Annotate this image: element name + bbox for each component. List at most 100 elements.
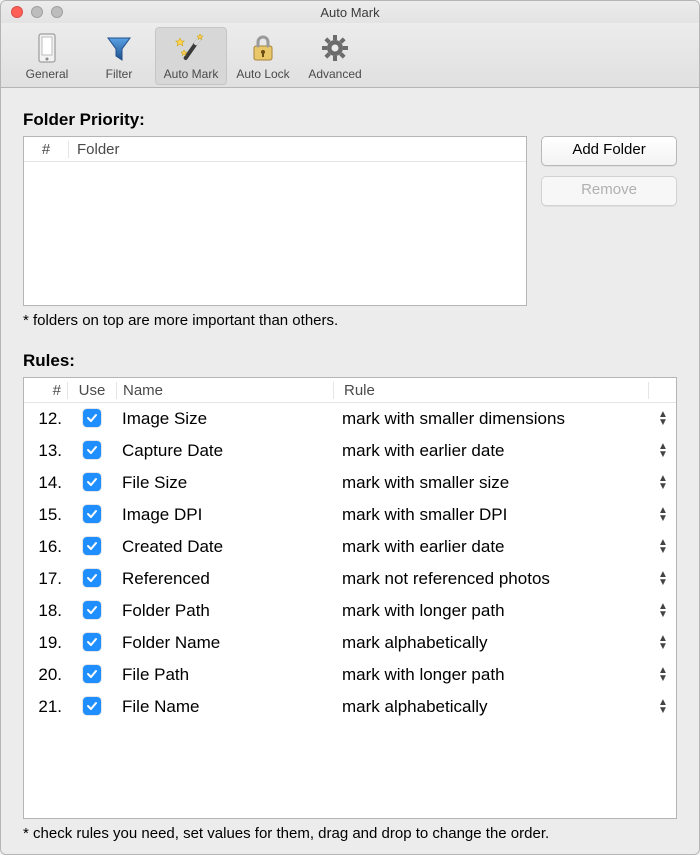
- toolbar-tab-general[interactable]: General: [11, 27, 83, 85]
- rule-value: mark with smaller dimensions: [332, 409, 650, 429]
- rule-name: File Path: [116, 665, 332, 685]
- chevron-down-icon: ▼: [658, 580, 668, 586]
- rule-row[interactable]: 19. Folder Namemark alphabetically▲▼: [24, 627, 676, 659]
- rule-use-checkbox[interactable]: [83, 473, 101, 491]
- rule-use-checkbox[interactable]: [83, 601, 101, 619]
- folder-priority-header: # Folder: [24, 137, 526, 162]
- window-title: Auto Mark: [1, 5, 699, 20]
- rule-value: mark not referenced photos: [332, 569, 650, 589]
- rule-row[interactable]: 13.Capture Datemark with earlier date▲▼: [24, 435, 676, 467]
- rule-value: mark with longer path: [332, 601, 650, 621]
- rule-name: Folder Name: [116, 633, 332, 653]
- rule-row[interactable]: 21.File Namemark alphabetically▲▼: [24, 691, 676, 723]
- rule-use-checkbox[interactable]: [83, 441, 101, 459]
- rule-name: Created Date: [116, 537, 332, 557]
- rule-name: Image Size: [116, 409, 332, 429]
- rule-use-checkbox[interactable]: [83, 505, 101, 523]
- rule-name: Image DPI: [116, 505, 332, 525]
- rules-hint: * check rules you need, set values for t…: [23, 825, 677, 842]
- rules-rows[interactable]: 12. Image Sizemark with smaller dimension…: [24, 403, 676, 818]
- rule-value: mark with smaller DPI: [332, 505, 650, 525]
- toolbar-tab-label: General: [11, 67, 83, 81]
- folder-header-folder[interactable]: Folder: [69, 141, 526, 158]
- rule-name: File Name: [116, 697, 332, 717]
- rule-use-checkbox[interactable]: [83, 409, 101, 427]
- folder-priority-label: Folder Priority:: [23, 110, 677, 130]
- add-folder-button[interactable]: Add Folder: [541, 136, 677, 166]
- rule-use-checkbox[interactable]: [83, 697, 101, 715]
- zoom-window-button[interactable]: [51, 6, 63, 18]
- rule-stepper[interactable]: ▲▼: [650, 540, 676, 554]
- chevron-down-icon: ▼: [658, 708, 668, 714]
- rule-use-checkbox[interactable]: [83, 665, 101, 683]
- rule-row[interactable]: 20.File Pathmark with longer path▲▼: [24, 659, 676, 691]
- rule-number: 12.: [24, 409, 68, 429]
- rules-header-rule[interactable]: Rule: [334, 382, 649, 399]
- rule-stepper[interactable]: ▲▼: [650, 476, 676, 490]
- window-controls: [1, 6, 63, 18]
- rule-row[interactable]: 17.Referencedmark not referenced photos▲…: [24, 563, 676, 595]
- rule-use-cell: [68, 441, 116, 461]
- rules-header-name[interactable]: Name: [117, 382, 334, 399]
- rules-header-num[interactable]: #: [24, 382, 68, 399]
- folder-header-num[interactable]: #: [24, 141, 69, 158]
- rules-header-use[interactable]: Use: [68, 382, 117, 399]
- rule-number: 20.: [24, 665, 68, 685]
- rule-number: 18.: [24, 601, 68, 621]
- rule-value: mark alphabetically: [332, 633, 650, 653]
- rule-use-checkbox[interactable]: [83, 537, 101, 555]
- folder-priority-list[interactable]: # Folder: [23, 136, 527, 306]
- rule-row[interactable]: 12. Image Sizemark with smaller dimension…: [24, 403, 676, 435]
- rule-value: mark with smaller size: [332, 473, 650, 493]
- rule-use-cell: [68, 569, 116, 589]
- toolbar: General Filter: [1, 23, 699, 88]
- chevron-down-icon: ▼: [658, 548, 668, 554]
- rule-stepper[interactable]: ▲▼: [650, 700, 676, 714]
- chevron-down-icon: ▼: [658, 420, 668, 426]
- toolbar-tab-advanced[interactable]: Advanced: [299, 27, 371, 85]
- chevron-down-icon: ▼: [658, 484, 668, 490]
- folder-priority-hint: * folders on top are more important than…: [23, 312, 677, 329]
- filter-icon: [83, 31, 155, 65]
- toolbar-tab-label: Auto Lock: [227, 67, 299, 81]
- rule-stepper[interactable]: ▲▼: [650, 636, 676, 650]
- rule-row[interactable]: 18.Folder Pathmark with longer path▲▼: [24, 595, 676, 627]
- rule-row[interactable]: 16.Created Datemark with earlier date▲▼: [24, 531, 676, 563]
- minimize-window-button[interactable]: [31, 6, 43, 18]
- toolbar-tab-filter[interactable]: Filter: [83, 27, 155, 85]
- chevron-down-icon: ▼: [658, 676, 668, 682]
- rule-use-cell: [68, 537, 116, 557]
- rule-stepper[interactable]: ▲▼: [650, 604, 676, 618]
- rules-table: # Use Name Rule 12.Image Sizemark with s…: [23, 377, 677, 819]
- toolbar-tab-label: Advanced: [299, 67, 371, 81]
- rule-use-checkbox[interactable]: [83, 569, 101, 587]
- rule-number: 15.: [24, 505, 68, 525]
- wand-icon: [155, 31, 227, 65]
- pane-auto-mark: Folder Priority: # Folder Add Folder Rem…: [1, 88, 699, 854]
- rule-row[interactable]: 15. Image DPImark with smaller DPI▲▼: [24, 499, 676, 531]
- rule-use-cell: [68, 697, 116, 717]
- rule-row[interactable]: 14.File Sizemark with smaller size▲▼: [24, 467, 676, 499]
- rule-name: File Size: [116, 473, 332, 493]
- rule-use-cell: [68, 409, 116, 429]
- toolbar-tab-auto-lock[interactable]: Auto Lock: [227, 27, 299, 85]
- rule-value: mark with earlier date: [332, 537, 650, 557]
- toolbar-tab-auto-mark[interactable]: Auto Mark: [155, 27, 227, 85]
- general-icon: [11, 31, 83, 65]
- rule-use-cell: [68, 665, 116, 685]
- rule-name: Referenced: [116, 569, 332, 589]
- toolbar-tab-label: Auto Mark: [155, 67, 227, 81]
- rule-stepper[interactable]: ▲▼: [650, 412, 676, 426]
- gear-icon: [299, 31, 371, 65]
- close-window-button[interactable]: [11, 6, 23, 18]
- rule-name: Capture Date: [116, 441, 332, 461]
- rule-stepper[interactable]: ▲▼: [650, 668, 676, 682]
- rule-number: 19.: [24, 633, 68, 653]
- rule-stepper[interactable]: ▲▼: [650, 508, 676, 522]
- rule-stepper[interactable]: ▲▼: [650, 572, 676, 586]
- rule-use-cell: [68, 505, 116, 525]
- rule-stepper[interactable]: ▲▼: [650, 444, 676, 458]
- rule-number: 13.: [24, 441, 68, 461]
- rule-use-checkbox[interactable]: [83, 633, 101, 651]
- preferences-window: Auto Mark General Filter: [0, 0, 700, 855]
